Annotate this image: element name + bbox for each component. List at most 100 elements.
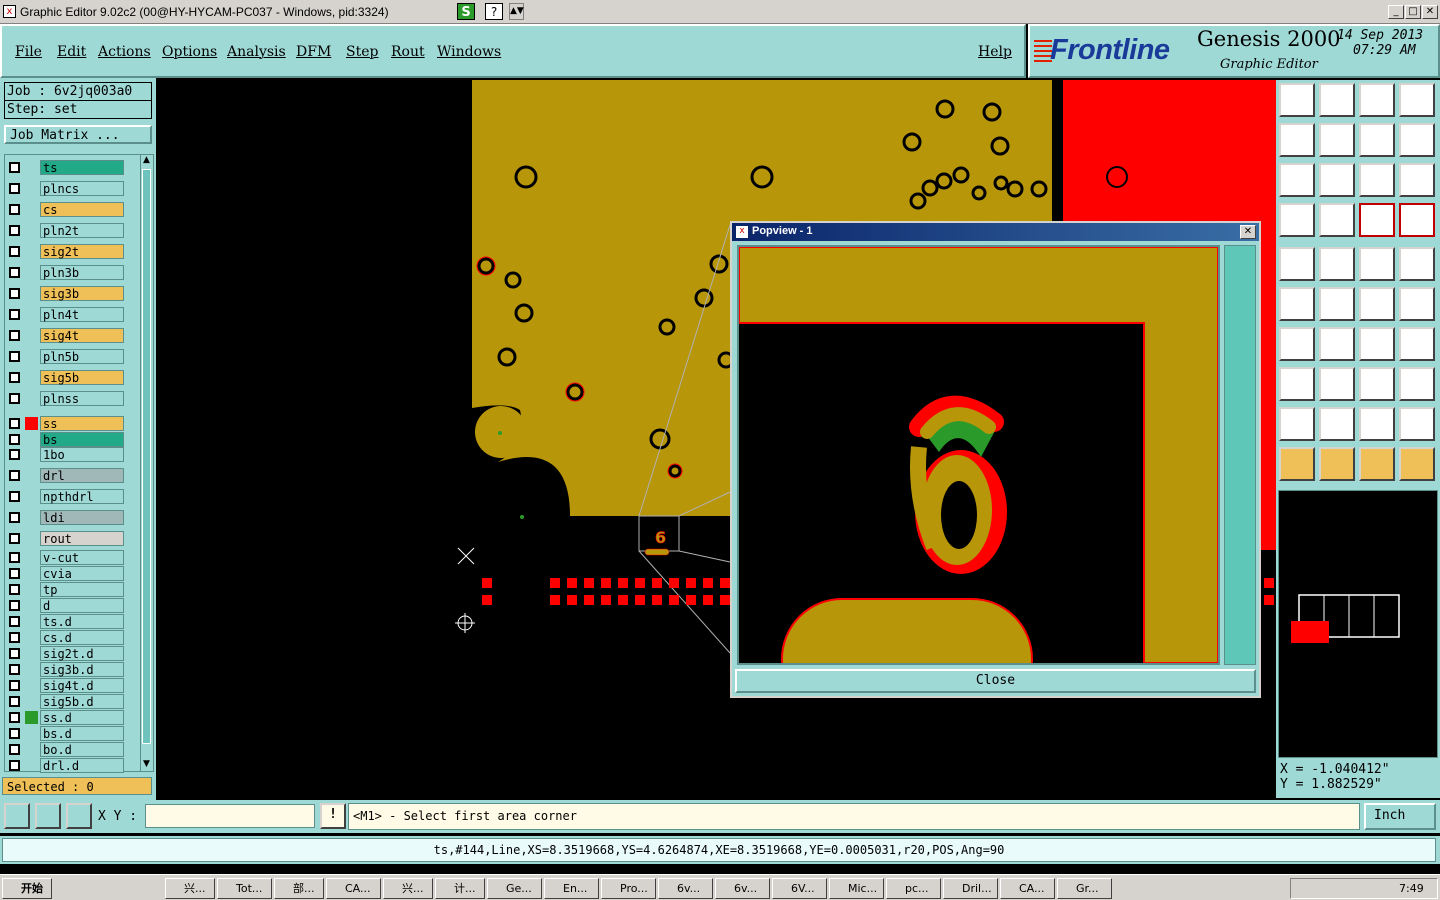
taskbar-item[interactable]: Tot... [217,878,272,899]
align-icon[interactable] [1279,367,1315,401]
close-button[interactable]: ✕ [1422,5,1438,19]
menu-options[interactable]: Options [162,44,217,60]
layer-label[interactable]: d [40,598,124,613]
layer-label[interactable]: sig2t.d [40,646,124,661]
menu-help[interactable]: Help [978,44,1012,60]
layer-row-pln3b[interactable]: pln3b [6,265,124,280]
measure-icon[interactable] [35,803,61,829]
layer-label[interactable]: pln4t [40,307,124,322]
layer-label[interactable]: ts [40,160,124,175]
layer-label[interactable]: sig3b [40,286,124,301]
layer-checkbox[interactable] [9,533,20,544]
fill-icon[interactable] [1279,247,1315,281]
scroll-thumb[interactable] [142,169,151,744]
layer-label[interactable]: pln2t [40,223,124,238]
taskbar-item[interactable]: Gr... [1057,878,1112,899]
poly-a-icon[interactable] [1359,407,1395,441]
layer-row-ss.d[interactable]: ss.d [6,710,124,725]
layer-row-ts[interactable]: ts [6,160,124,175]
layer-checkbox[interactable] [9,584,20,595]
layer-label[interactable]: npthdrl [40,489,124,504]
layer-row-sig5b[interactable]: sig5b [6,370,124,385]
layer-label[interactable]: bs [40,432,124,447]
taskbar-item[interactable]: CA... [326,878,381,899]
layer-checkbox[interactable] [9,330,20,341]
menu-file[interactable]: File [15,44,42,60]
layer-row-bs.d[interactable]: bs.d [6,726,124,741]
popview-close-icon[interactable]: ✕ [1240,225,1256,239]
pointer-icon[interactable] [1279,447,1315,481]
taskbar-item[interactable]: 6V... [772,878,827,899]
dropdown-icon[interactable]: ▲▼ [509,3,524,20]
layer-row-sig4t.d[interactable]: sig4t.d [6,678,124,693]
layer-checkbox[interactable] [9,434,20,445]
layer-checkbox[interactable] [9,267,20,278]
layer-label[interactable]: pln3b [40,265,124,280]
job-matrix-button[interactable]: Job Matrix ... [4,125,152,144]
menu-actions[interactable]: Actions [98,44,151,60]
color-icon[interactable] [1319,247,1355,281]
taskbar-item[interactable]: Mic... [829,878,884,899]
layer-label[interactable]: sig2t [40,244,124,259]
layer-checkbox[interactable] [9,696,20,707]
rotate-icon[interactable] [1359,327,1395,361]
layer-checkbox[interactable] [9,632,20,643]
mini-map[interactable] [1278,490,1438,758]
pad-icon[interactable] [1399,247,1435,281]
menu-analysis[interactable]: Analysis [227,44,286,60]
select-icon[interactable] [1319,447,1355,481]
layer-scrollbar[interactable]: ▲ ▼ [140,155,152,771]
zoom-1-2-icon[interactable] [1359,163,1395,197]
layer-checkbox[interactable] [9,491,20,502]
home-icon[interactable] [1359,83,1395,117]
zoom-area-icon[interactable] [4,803,30,829]
layer-label[interactable]: sig4t.d [40,678,124,693]
layer-row-pln5b[interactable]: pln5b [6,349,124,364]
layer-label[interactable]: plnss [40,391,124,406]
layer-row-rout[interactable]: rout [6,531,124,546]
angle-icon[interactable] [1279,327,1315,361]
layer-row-ldi[interactable]: ldi [6,510,124,525]
layer-checkbox[interactable] [9,470,20,481]
line-icon[interactable] [1319,327,1355,361]
layer-label[interactable]: ss.d [40,710,124,725]
layer-label[interactable]: ldi [40,510,124,525]
layer-row-v-cut[interactable]: v-cut [6,550,124,565]
layer-row-drl.d[interactable]: drl.d [6,758,124,773]
taskbar-item[interactable]: En... [544,878,599,899]
dimension-icon[interactable] [1359,367,1395,401]
help-icon[interactable]: ? [485,3,503,20]
layer-row-pln4t[interactable]: pln4t [6,307,124,322]
popview-close-button[interactable]: Close [735,669,1256,693]
layer-label[interactable]: plncs [40,181,124,196]
layer-checkbox[interactable] [9,418,20,429]
layer-row-sig3b[interactable]: sig3b [6,286,124,301]
fit-view-icon[interactable] [1399,83,1435,117]
xy-input[interactable] [145,804,315,828]
taskbar-item[interactable]: Ge... [487,878,542,899]
taskbar-item[interactable]: 兴... [383,878,433,899]
layer-checkbox[interactable] [9,728,20,739]
layer-row-ss[interactable]: ss [6,416,124,431]
grid-icon[interactable] [66,803,92,829]
alert-icon[interactable]: ! [320,803,346,829]
layer-row-cs.d[interactable]: cs.d [6,630,124,645]
snap-icon[interactable] [1279,203,1315,237]
ruler-icon[interactable] [1359,247,1395,281]
move-icon[interactable] [1359,287,1395,321]
layer-checkbox[interactable] [9,225,20,236]
layer-up-icon[interactable] [1279,83,1315,117]
layer-label[interactable]: v-cut [40,550,124,565]
layer-label[interactable]: cvia [40,566,124,581]
layer-label[interactable]: pln5b [40,349,124,364]
layer-row-drl[interactable]: drl [6,468,124,483]
connect-icon[interactable] [1279,287,1315,321]
layers-icon[interactable] [1359,203,1395,237]
taskbar-item[interactable]: 部... [274,878,324,899]
measure-point-icon[interactable] [1399,447,1435,481]
layer-label[interactable]: bo.d [40,742,124,757]
layer-label[interactable]: rout [40,531,124,546]
layer-label[interactable]: sig5b.d [40,694,124,709]
layer-label[interactable]: cs.d [40,630,124,645]
layer-checkbox[interactable] [9,744,20,755]
